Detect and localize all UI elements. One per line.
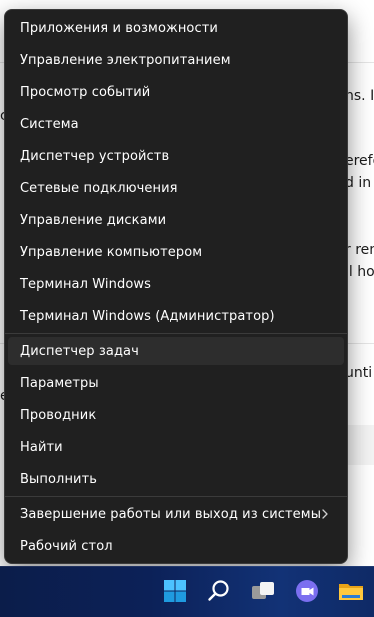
menu-item-label: Диспетчер задач <box>20 343 139 359</box>
background-text: unti <box>345 365 373 381</box>
taskbar <box>0 566 374 617</box>
menu-item-label: Приложения и возможности <box>20 20 218 36</box>
menu-item-label: Терминал Windows <box>20 276 151 292</box>
background-text: ll ho <box>345 264 374 280</box>
menu-separator <box>5 496 347 497</box>
menu-item-event-viewer[interactable]: Просмотр событий <box>8 78 344 106</box>
menu-item-label: Рабочий стол <box>20 538 113 554</box>
background-text: erefo <box>345 153 374 169</box>
menu-item-file-explorer[interactable]: Проводник <box>8 401 344 429</box>
menu-item-apps-features[interactable]: Приложения и возможности <box>8 14 344 42</box>
menu-item-power-options[interactable]: Управление электропитанием <box>8 46 344 74</box>
background-text: r ren <box>345 242 374 258</box>
menu-item-label: Параметры <box>20 375 99 391</box>
menu-item-computer-management[interactable]: Управление компьютером <box>8 238 344 266</box>
menu-item-windows-terminal-admin[interactable]: Терминал Windows (Администратор) <box>8 302 344 330</box>
background-panel <box>345 425 374 465</box>
menu-item-label: Завершение работы или выход из системы <box>20 506 322 522</box>
menu-item-label: Просмотр событий <box>20 84 151 100</box>
menu-item-disk-management[interactable]: Управление дисками <box>8 206 344 234</box>
menu-item-label: Найти <box>20 439 63 455</box>
quick-link-menu: Приложения и возможности Управление элек… <box>4 9 348 564</box>
menu-item-label: Управление электропитанием <box>20 52 231 68</box>
menu-item-label: Терминал Windows (Администратор) <box>20 308 275 324</box>
menu-item-search[interactable]: Найти <box>8 433 344 461</box>
background-text: ns. If <box>345 88 374 104</box>
file-explorer-icon[interactable] <box>337 577 365 605</box>
menu-item-shutdown-signout[interactable]: Завершение работы или выход из системы <box>8 500 344 528</box>
background-text: d in <box>345 175 372 191</box>
menu-item-desktop[interactable]: Рабочий стол <box>8 532 344 560</box>
menu-item-network-connections[interactable]: Сетевые подключения <box>8 174 344 202</box>
menu-item-run[interactable]: Выполнить <box>8 465 344 493</box>
teams-chat-icon[interactable] <box>293 577 321 605</box>
chevron-right-icon <box>322 509 328 519</box>
menu-item-task-manager[interactable]: Диспетчер задач <box>8 337 344 365</box>
menu-item-label: Диспетчер устройств <box>20 148 170 164</box>
menu-item-label: Выполнить <box>20 471 98 487</box>
menu-item-label: Сетевые подключения <box>20 180 178 196</box>
menu-item-windows-terminal[interactable]: Терминал Windows <box>8 270 344 298</box>
task-view-icon[interactable] <box>249 577 277 605</box>
menu-item-label: Управление компьютером <box>20 244 203 260</box>
menu-item-label: Система <box>20 116 79 132</box>
menu-item-device-manager[interactable]: Диспетчер устройств <box>8 142 344 170</box>
menu-item-label: Проводник <box>20 407 97 423</box>
menu-item-system[interactable]: Система <box>8 110 344 138</box>
menu-item-label: Управление дисками <box>20 212 167 228</box>
windows-start-icon[interactable] <box>161 577 189 605</box>
search-icon[interactable] <box>205 577 233 605</box>
menu-item-settings[interactable]: Параметры <box>8 369 344 397</box>
menu-separator <box>5 333 347 334</box>
